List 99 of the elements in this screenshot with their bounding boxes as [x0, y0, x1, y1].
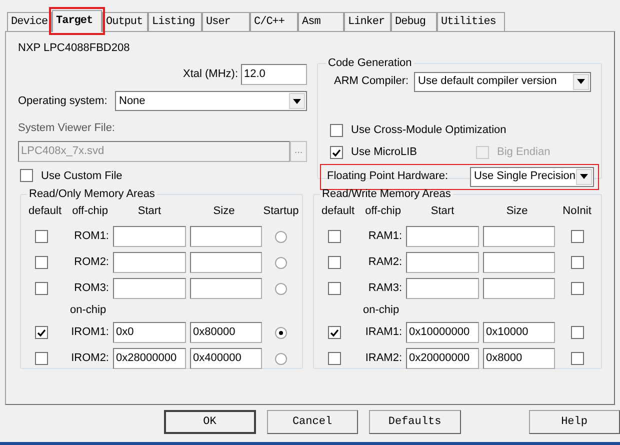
group-title: Read/Only Memory Areas: [28, 187, 156, 202]
row-label: IROM2:: [71, 351, 109, 366]
checkbox[interactable]: [328, 282, 341, 295]
radio-button[interactable]: [275, 326, 288, 338]
checkbox-label: Big Endian: [497, 145, 550, 160]
column-header: default: [322, 204, 355, 220]
dropdown[interactable]: None: [115, 91, 307, 111]
xtal-label: Xtal (MHz):: [183, 67, 238, 82]
checkbox[interactable]: [330, 124, 343, 137]
input-field[interactable]: [113, 226, 186, 247]
input-field[interactable]: [113, 278, 186, 299]
dialog-button[interactable]: Cancel: [266, 410, 358, 434]
checkbox[interactable]: [328, 352, 341, 365]
column-header: Startup: [263, 204, 299, 220]
checkbox[interactable]: [330, 146, 343, 159]
section-label: on-chip: [70, 303, 106, 318]
input-field[interactable]: 0x8000: [483, 348, 556, 369]
input-field[interactable]: [483, 252, 556, 273]
svd-label: System Viewer File:: [18, 121, 116, 136]
device-name: NXP LPC4088FBD208: [18, 41, 131, 56]
input-field[interactable]: 12.0: [241, 64, 307, 85]
checkbox[interactable]: [328, 256, 341, 269]
column-header: Start: [430, 204, 454, 220]
input-field[interactable]: [483, 278, 556, 299]
tab[interactable]: Output: [102, 12, 148, 31]
checkbox[interactable]: [328, 230, 341, 243]
input-field[interactable]: 0x20000000: [406, 348, 480, 369]
column-header: Start: [138, 204, 162, 220]
column-header: off-chip: [365, 204, 401, 220]
radio-button[interactable]: [275, 352, 288, 364]
section-label: on-chip: [363, 303, 400, 318]
checkbox-label: Use Cross-Module Optimization: [351, 123, 506, 138]
column-header: NoInit: [562, 204, 592, 220]
dropdown[interactable]: Use Single Precision: [470, 166, 594, 186]
checkbox[interactable]: [34, 256, 48, 269]
tab[interactable]: Debug: [391, 12, 437, 31]
row-label: RAM2:: [368, 255, 402, 270]
checkbox-label: Use MicroLIB: [351, 145, 418, 160]
dialog-button[interactable]: OK: [164, 410, 256, 434]
column-header: Size: [213, 204, 235, 220]
input-field[interactable]: [406, 226, 480, 247]
check-icon: [330, 328, 339, 336]
input-field[interactable]: [190, 226, 262, 247]
tab[interactable]: Utilities: [437, 12, 505, 31]
input-field[interactable]: [406, 278, 480, 299]
input-field[interactable]: 0x10000: [483, 322, 556, 343]
input-field[interactable]: 0x400000: [190, 348, 262, 369]
row-label: IRAM1:: [365, 325, 402, 340]
checkbox[interactable]: [570, 326, 584, 339]
check-icon: [332, 148, 341, 156]
column-header: Size: [506, 204, 528, 220]
input-field[interactable]: 0x80000: [190, 322, 262, 343]
input-field[interactable]: [406, 252, 480, 273]
os-label: Operating system:: [18, 94, 108, 109]
check-icon: [36, 328, 46, 336]
row-label: RAM1:: [368, 229, 402, 244]
dropdown[interactable]: Use default compiler version: [414, 72, 591, 92]
input-field[interactable]: [113, 252, 186, 273]
dialog-button[interactable]: Defaults: [369, 410, 461, 434]
tab[interactable]: C/C++: [250, 12, 298, 31]
radio-button[interactable]: [275, 230, 288, 242]
tab[interactable]: Asm: [298, 12, 344, 31]
radio-button[interactable]: [275, 282, 288, 294]
row-label: ROM2:: [74, 255, 109, 270]
input-field[interactable]: 0x10000000: [406, 322, 480, 343]
checkbox[interactable]: [570, 230, 584, 243]
tab[interactable]: Device: [7, 12, 52, 31]
checkbox-label: Use Custom File: [41, 168, 122, 184]
input-field[interactable]: 0x0: [113, 322, 186, 343]
group-title: Read/Write Memory Areas: [321, 187, 452, 202]
tab[interactable]: User: [202, 12, 250, 31]
checkbox[interactable]: [20, 169, 33, 182]
tab[interactable]: Target: [52, 10, 102, 32]
radio-button[interactable]: [275, 256, 288, 268]
input-field[interactable]: [483, 226, 556, 247]
input-field[interactable]: [190, 278, 262, 299]
checkbox[interactable]: [570, 352, 584, 365]
column-header: default: [28, 204, 62, 220]
checkbox[interactable]: [34, 282, 48, 295]
row-label: ROM1:: [74, 229, 109, 244]
checkbox[interactable]: [34, 352, 48, 365]
input-field[interactable]: 0x28000000: [113, 348, 186, 369]
fpu-label: Floating Point Hardware:: [327, 169, 448, 184]
group-title: Code Generation: [327, 56, 413, 71]
row-label: IROM1:: [71, 325, 109, 340]
checkbox[interactable]: [328, 326, 341, 339]
checkbox[interactable]: [34, 326, 48, 339]
tab[interactable]: Listing: [148, 12, 202, 31]
input-field[interactable]: [190, 252, 262, 273]
dialog-button[interactable]: Help: [528, 410, 620, 434]
checkbox[interactable]: [570, 282, 584, 295]
tab[interactable]: Linker: [344, 12, 391, 31]
row-label: RAM3:: [368, 281, 402, 296]
row-label: IRAM2:: [365, 351, 402, 366]
column-header: off-chip: [72, 204, 108, 220]
checkbox[interactable]: [570, 256, 584, 269]
checkbox[interactable]: [34, 230, 48, 243]
row-label: ROM3:: [74, 281, 109, 296]
compiler-label: ARM Compiler:: [334, 74, 409, 90]
